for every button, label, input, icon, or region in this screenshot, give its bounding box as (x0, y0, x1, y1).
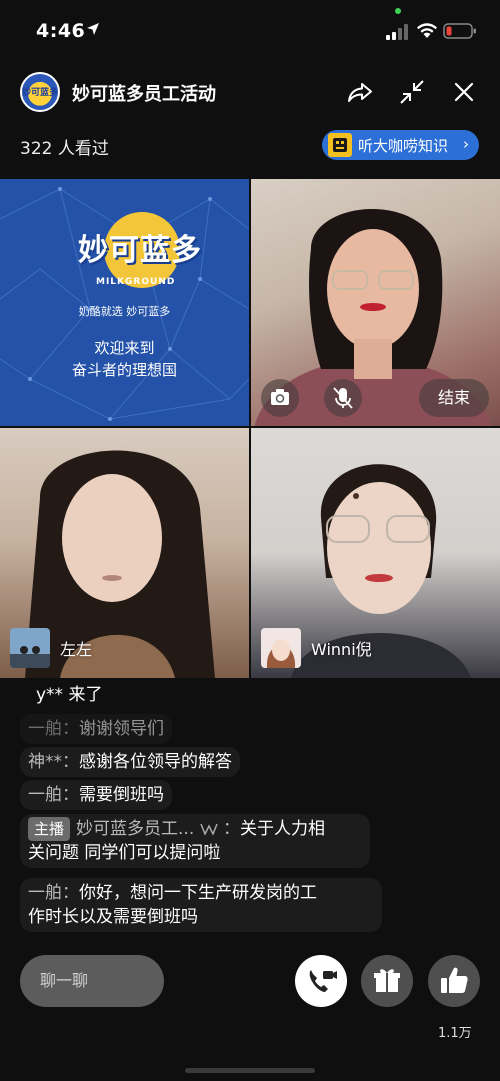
minimize-icon[interactable] (398, 78, 426, 106)
live-title: 妙可蓝多员工活动 (72, 84, 216, 105)
wifi-icon (417, 23, 437, 38)
level-badge-icon (199, 823, 218, 836)
promo-mascot-icon (328, 133, 352, 157)
gift-icon (374, 969, 400, 992)
chat-message: 一舶：你好，想问一下生产研发岗的工 作时长以及需要倒班吗 (20, 878, 382, 932)
chat-nick: 一舶： (28, 785, 79, 805)
battery-low-icon (443, 23, 476, 39)
welcome-line-2: 奋斗者的理想国 (71, 361, 177, 379)
brand-english-name: MILKGROUND (96, 277, 176, 287)
share-icon[interactable] (346, 78, 374, 106)
brand-logo-text: 妙可蓝多 (78, 233, 202, 268)
participant-tag-right: Winni倪 (261, 628, 372, 668)
channel-logo-text: 妙可蓝多 (22, 88, 59, 98)
cellular-signal-icon (386, 24, 408, 40)
avatar-left (10, 628, 50, 668)
video-tile-brand: 妙可蓝多 MILKGROUND 奶酪就选 妙可蓝多 欢迎来到 奋斗者的理想国 (0, 179, 249, 426)
gift-button[interactable] (361, 955, 413, 1007)
chat-text: 关于人力相 (240, 819, 326, 839)
chat-message-host: 主播 妙可蓝多员工... ：关于人力相 关问题 同学们可以提问啦 (20, 814, 370, 868)
chat-text: y** 来了 (36, 685, 103, 705)
chat-text-cont: 作时长以及需要倒班吗 (28, 907, 198, 927)
video-tile-guest-left[interactable]: 左左 (0, 428, 249, 678)
chat-nick: 一舶： (28, 719, 79, 739)
chat-text: 谢谢领导们 (79, 719, 164, 739)
like-count: 1.1万 (438, 1026, 472, 1041)
camera-in-use-indicator (395, 8, 401, 14)
chat-input[interactable]: 聊一聊 (20, 955, 164, 1007)
welcome-line-1: 欢迎来到 (94, 339, 155, 357)
chat-text: 你好，想问一下生产研发岗的工 (79, 883, 317, 903)
camera-switch-icon (271, 389, 289, 405)
host-badge: 主播 (28, 817, 71, 841)
chat-text-cont: 关问题 同学们可以提问啦 (28, 843, 221, 863)
chat-message: 神**：感谢各位领导的解答 (20, 747, 240, 777)
chat-nick: 神**： (28, 752, 79, 772)
video-tile-guest-right[interactable]: Winni倪 (251, 428, 500, 678)
end-call-button[interactable]: 结束 (419, 379, 489, 417)
brand-slogan: 奶酪就选 妙可蓝多 (78, 305, 171, 318)
video-grid: 妙可蓝多 MILKGROUND 奶酪就选 妙可蓝多 欢迎来到 奋斗者的理想国 结… (0, 179, 500, 678)
channel-logo[interactable]: 妙可蓝多 (20, 72, 60, 112)
brand-welcome: 欢迎来到 奋斗者的理想国 (0, 337, 249, 381)
status-time: 4:46 (36, 20, 86, 42)
switch-camera-button[interactable] (261, 379, 299, 417)
chat-text: 需要倒班吗 (79, 785, 164, 805)
phone-video-icon (309, 970, 337, 992)
participant-name-right: Winni倪 (311, 640, 372, 659)
chat-text: 感谢各位领导的解答 (79, 752, 232, 772)
thumbs-up-icon (441, 967, 468, 993)
participant-name-left: 左左 (60, 640, 93, 659)
video-tile-host[interactable]: 结束 (251, 179, 500, 426)
video-call-button[interactable] (295, 955, 347, 1007)
sub-bar: 322 人看过 听大咖唠知识 › (0, 128, 500, 164)
avatar-right (261, 628, 301, 668)
like-button[interactable] (428, 955, 480, 1007)
participant-tag-left: 左左 (10, 628, 92, 668)
promo-button[interactable]: 听大咖唠知识 › (322, 130, 479, 160)
mute-mic-button[interactable] (324, 379, 362, 417)
chat-nick: 妙可蓝多员工... (76, 819, 195, 839)
status-bar: 4:46 (0, 0, 500, 60)
chat-message: y** 来了 (20, 680, 110, 710)
chat-message: 一舶：需要倒班吗 (20, 780, 172, 810)
promo-label: 听大咖唠知识 (358, 136, 449, 155)
chat-message: 一舶：谢谢领导们 (20, 714, 172, 744)
live-header: 妙可蓝多 妙可蓝多员工活动 (0, 62, 500, 122)
home-indicator[interactable] (185, 1068, 315, 1073)
chevron-right-icon: › (463, 135, 469, 153)
mic-off-icon (333, 387, 353, 409)
location-arrow-icon (87, 23, 99, 35)
bottom-bar: 聊一聊 1.1万 (0, 950, 500, 1060)
close-icon[interactable] (450, 78, 478, 106)
chat-nick: 一舶： (28, 883, 79, 903)
viewer-count: 322 人看过 (20, 139, 109, 159)
